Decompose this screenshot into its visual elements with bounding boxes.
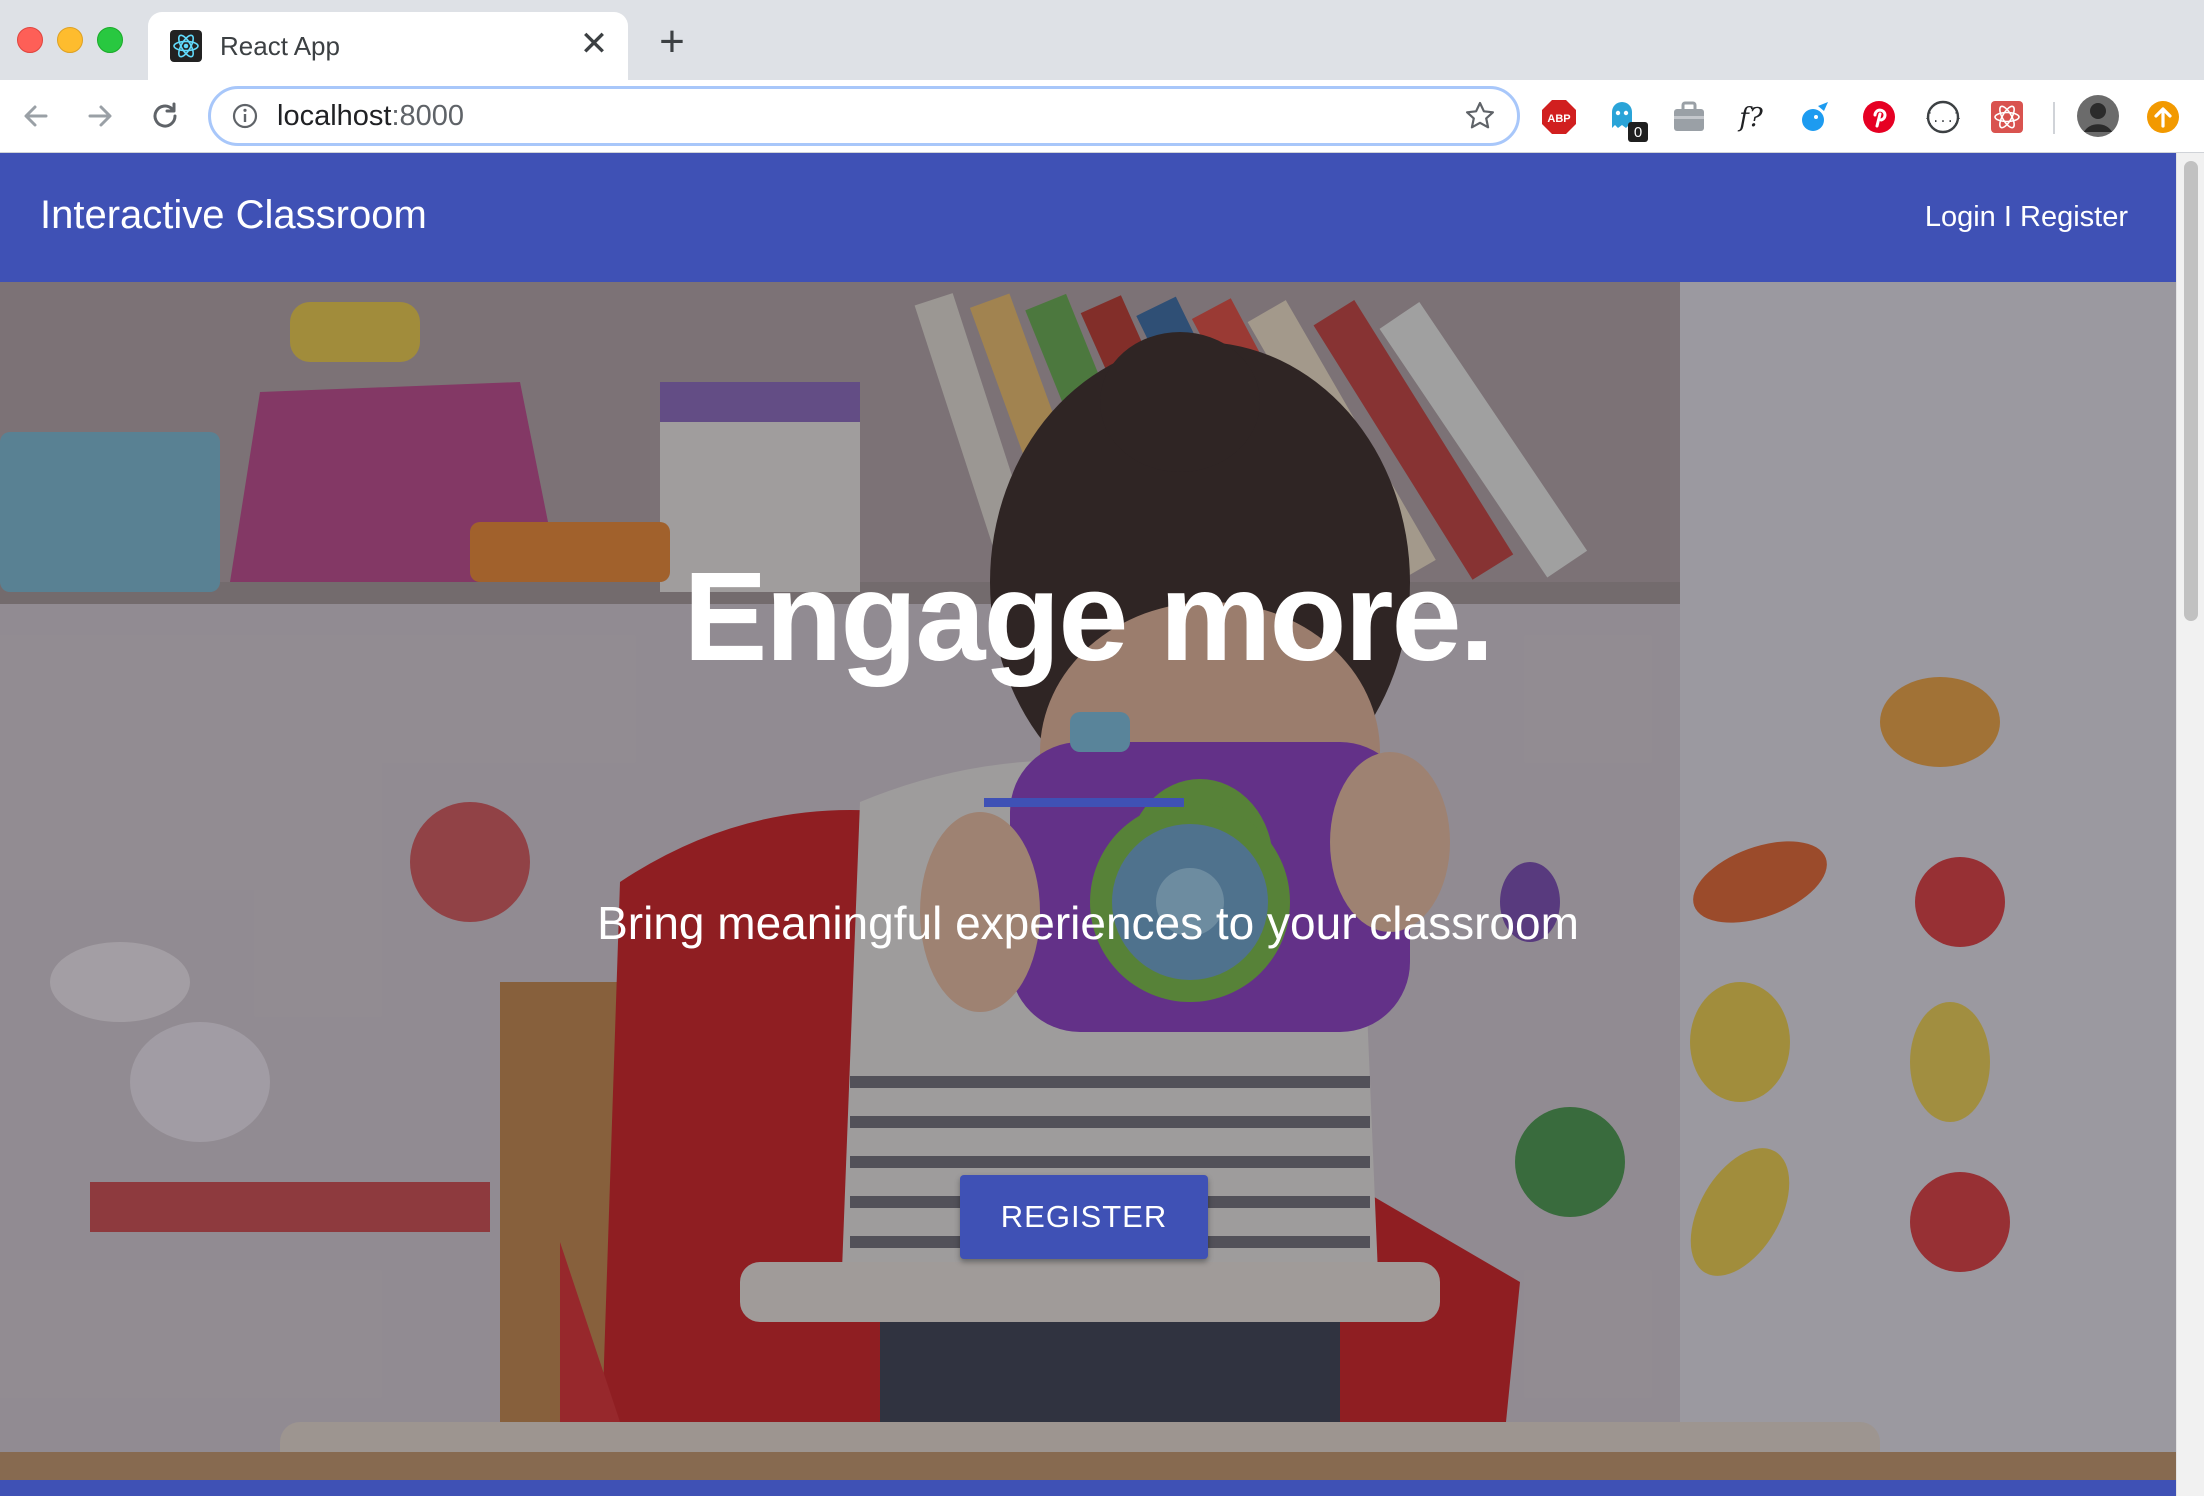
react-icon bbox=[170, 30, 202, 62]
minimize-window-button[interactable] bbox=[57, 27, 83, 53]
hero-overlay bbox=[0, 282, 2176, 1482]
hero-section: Engage more. Bring meaningful experience… bbox=[0, 282, 2176, 1482]
new-tab-button[interactable]: + bbox=[652, 20, 692, 64]
ghostery-icon[interactable]: 0 bbox=[1606, 98, 1650, 144]
scrollbar-thumb[interactable] bbox=[2184, 161, 2198, 621]
zoom-window-button[interactable] bbox=[97, 27, 123, 53]
whatfont-label: f? bbox=[1737, 103, 1764, 133]
url-port: :8000 bbox=[391, 100, 465, 132]
page-scrollbar[interactable] bbox=[2176, 153, 2204, 1496]
reload-icon[interactable] bbox=[145, 96, 185, 136]
url-text: localhost:8000 bbox=[277, 100, 464, 133]
info-icon[interactable] bbox=[231, 102, 259, 130]
back-icon[interactable] bbox=[16, 96, 56, 136]
briefcase-icon[interactable] bbox=[1670, 98, 1708, 136]
app-title[interactable]: Interactive Classroom bbox=[40, 193, 427, 238]
register-link[interactable]: Register bbox=[2020, 201, 2128, 233]
pinterest-icon[interactable] bbox=[1860, 98, 1898, 136]
hero-subheading: Bring meaningful experiences to your cla… bbox=[597, 897, 1579, 949]
close-tab-icon[interactable]: ✕ bbox=[578, 27, 610, 61]
bookmark-star-icon[interactable] bbox=[1463, 99, 1497, 133]
url-host: localhost bbox=[277, 100, 392, 132]
react-devtools-icon[interactable] bbox=[1988, 98, 2026, 136]
adblock-plus-icon[interactable]: ABP bbox=[1540, 98, 1578, 136]
browser-toolbar: localhost:8000 ABP 0 f? {...} bbox=[0, 80, 2204, 153]
bird-icon[interactable] bbox=[1796, 98, 1834, 136]
json-viewer-icon[interactable]: {...} bbox=[1924, 98, 1962, 136]
browser-tab-strip: React App ✕ + bbox=[0, 0, 2204, 80]
svg-text:{...}: {...} bbox=[1925, 111, 1961, 125]
whatfont-icon[interactable]: f? bbox=[1732, 98, 1770, 136]
close-window-button[interactable] bbox=[17, 27, 43, 53]
ghostery-count: 0 bbox=[1634, 124, 1642, 141]
login-link[interactable]: Login bbox=[1925, 201, 1996, 233]
register-button[interactable]: REGISTER bbox=[960, 1175, 1208, 1259]
footer-strip bbox=[0, 1480, 2176, 1496]
profile-avatar[interactable] bbox=[2076, 94, 2120, 138]
hero-divider bbox=[984, 798, 1184, 807]
forward-icon[interactable] bbox=[80, 96, 120, 136]
app-header: Interactive Classroom Login I Register bbox=[0, 153, 2176, 282]
hero-heading: Engage more. bbox=[683, 546, 1494, 687]
tab-title: React App bbox=[220, 31, 340, 61]
auth-links: Login I Register bbox=[1925, 201, 2128, 234]
link-separator: I bbox=[2003, 201, 2012, 233]
toolbar-separator bbox=[2053, 102, 2055, 134]
abp-label: ABP bbox=[1547, 113, 1570, 125]
browser-tab[interactable]: React App ✕ bbox=[148, 12, 628, 80]
update-icon[interactable] bbox=[2144, 98, 2182, 136]
address-bar[interactable]: localhost:8000 bbox=[208, 86, 1520, 146]
